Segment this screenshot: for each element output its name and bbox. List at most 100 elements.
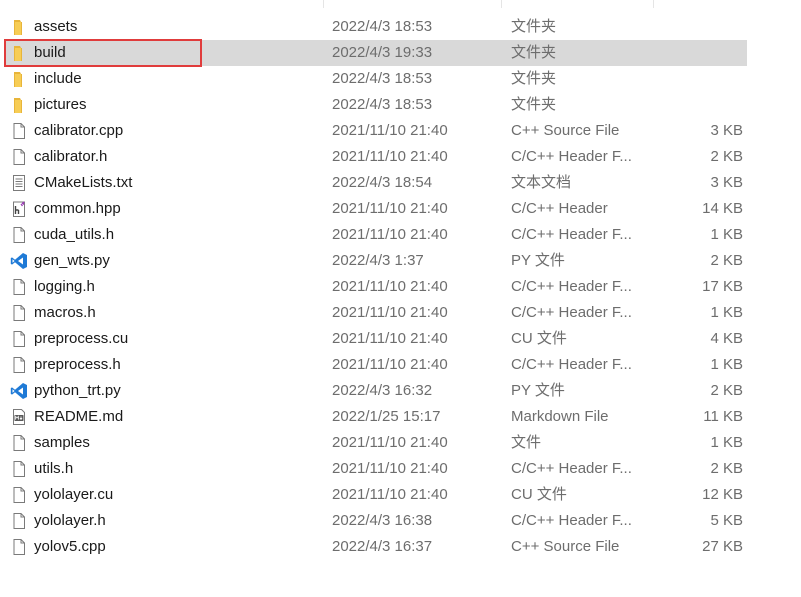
file-name: preprocess.h xyxy=(34,356,121,373)
file-type: 文件夹 xyxy=(511,96,557,113)
file-size: 2 KB xyxy=(710,460,743,477)
file-name: yololayer.cu xyxy=(34,486,114,503)
folder-icon xyxy=(10,44,28,62)
file-name: assets xyxy=(34,18,78,35)
file-date-modified: 2022/4/3 18:53 xyxy=(332,18,433,35)
markdown-file-icon xyxy=(10,408,28,426)
file-date-modified: 2022/1/25 15:17 xyxy=(332,408,441,425)
file-icon xyxy=(10,538,28,556)
file-row-calibrator-h[interactable]: calibrator.h 2021/11/10 21:40 C/C++ Header… xyxy=(0,144,801,170)
file-name: macros.h xyxy=(34,304,96,321)
file-icon xyxy=(10,460,28,478)
file-icon xyxy=(10,278,28,296)
file-icon xyxy=(10,512,28,530)
vscode-icon xyxy=(10,252,28,270)
file-date-modified: 2022/4/3 16:37 xyxy=(332,538,433,555)
file-name: README.md xyxy=(34,408,124,425)
file-row-preprocess-h[interactable]: preprocess.h 2021/11/10 21:40 C/C++ Header… xyxy=(0,352,801,378)
file-name: include xyxy=(34,70,82,87)
file-type: Markdown File xyxy=(511,408,609,425)
file-icon xyxy=(10,122,28,140)
file-date-modified: 2022/4/3 18:54 xyxy=(332,174,433,191)
file-size: 2 KB xyxy=(710,382,743,399)
file-type: C/C++ Header F... xyxy=(511,512,632,529)
file-size: 27 KB xyxy=(702,538,743,555)
file-date-modified: 2021/11/10 21:40 xyxy=(332,278,448,295)
file-date-modified: 2021/11/10 21:40 xyxy=(332,226,448,243)
file-name: calibrator.h xyxy=(34,148,108,165)
file-type: CU 文件 xyxy=(511,486,567,503)
file-row-gen-wts-py[interactable]: gen_wts.py 2022/4/3 1:37 PY 文件 2 KB xyxy=(0,248,801,274)
file-type: C/C++ Header F... xyxy=(511,278,632,295)
file-name: pictures xyxy=(34,96,87,113)
file-row-pictures[interactable]: pictures 2022/4/3 18:53 文件夹 xyxy=(0,92,801,118)
file-icon xyxy=(10,226,28,244)
file-date-modified: 2021/11/10 21:40 xyxy=(332,200,448,217)
file-size: 12 KB xyxy=(702,486,743,503)
folder-icon xyxy=(10,18,28,36)
file-date-modified: 2022/4/3 19:33 xyxy=(332,44,433,61)
file-type: C/C++ Header F... xyxy=(511,460,632,477)
file-size: 1 KB xyxy=(710,304,743,321)
file-size: 1 KB xyxy=(710,226,743,243)
file-icon xyxy=(10,434,28,452)
file-row-yololayer-h[interactable]: yololayer.h 2022/4/3 16:38 C/C++ Header F.… xyxy=(0,508,801,534)
folder-icon xyxy=(10,96,28,114)
file-row-utils-h[interactable]: utils.h 2021/11/10 21:40 C/C++ Header F...… xyxy=(0,456,801,482)
file-name: gen_wts.py xyxy=(34,252,110,269)
file-name: common.hpp xyxy=(34,200,121,217)
file-row-common-hpp[interactable]: common.hpp 2021/11/10 21:40 C/C++ Header 14… xyxy=(0,196,801,222)
file-row-cuda-utils-h[interactable]: cuda_utils.h 2021/11/10 21:40 C/C++ Header… xyxy=(0,222,801,248)
file-size: 2 KB xyxy=(710,148,743,165)
file-size: 5 KB xyxy=(710,512,743,529)
file-row-include[interactable]: include 2022/4/3 18:53 文件夹 xyxy=(0,66,801,92)
file-type: C/C++ Header F... xyxy=(511,356,632,373)
vscode-icon xyxy=(10,382,28,400)
file-type: PY 文件 xyxy=(511,382,565,399)
file-row-yololayer-cu[interactable]: yololayer.cu 2021/11/10 21:40 CU 文件 12 KB xyxy=(0,482,801,508)
file-row-preprocess-cu[interactable]: preprocess.cu 2021/11/10 21:40 CU 文件 4 KB xyxy=(0,326,801,352)
file-icon xyxy=(10,148,28,166)
folder-icon xyxy=(10,70,28,88)
file-date-modified: 2022/4/3 18:53 xyxy=(332,96,433,113)
file-row-samples[interactable]: samples 2021/11/10 21:40 文件 1 KB xyxy=(0,430,801,456)
file-size: 3 KB xyxy=(710,122,743,139)
file-size: 17 KB xyxy=(702,278,743,295)
file-row-yolov5-cpp[interactable]: yolov5.cpp 2022/4/3 16:37 C++ Source File 2… xyxy=(0,534,801,560)
file-date-modified: 2022/4/3 1:37 xyxy=(332,252,424,269)
file-name: logging.h xyxy=(34,278,95,295)
column-divider-type[interactable] xyxy=(653,0,654,8)
file-name: calibrator.cpp xyxy=(34,122,124,139)
file-date-modified: 2021/11/10 21:40 xyxy=(332,486,448,503)
file-name: yololayer.h xyxy=(34,512,106,529)
file-date-modified: 2021/11/10 21:40 xyxy=(332,148,448,165)
column-divider-name[interactable] xyxy=(323,0,324,8)
file-date-modified: 2021/11/10 21:40 xyxy=(332,434,448,451)
file-date-modified: 2021/11/10 21:40 xyxy=(332,460,448,477)
file-type: C/C++ Header F... xyxy=(511,226,632,243)
file-icon xyxy=(10,304,28,322)
file-size: 3 KB xyxy=(710,174,743,191)
file-row-python-trt-py[interactable]: python_trt.py 2022/4/3 16:32 PY 文件 2 KB xyxy=(0,378,801,404)
file-date-modified: 2021/11/10 21:40 xyxy=(332,356,448,373)
file-row-logging-h[interactable]: logging.h 2021/11/10 21:40 C/C++ Header F.… xyxy=(0,274,801,300)
text-file-icon xyxy=(10,174,28,192)
file-row-calibrator-cpp[interactable]: calibrator.cpp 2021/11/10 21:40 C++ Source… xyxy=(0,118,801,144)
file-date-modified: 2021/11/10 21:40 xyxy=(332,330,448,347)
file-type: 文本文档 xyxy=(511,174,572,191)
file-row-readme-md[interactable]: README.md 2022/1/25 15:17 Markdown File 11 … xyxy=(0,404,801,430)
column-divider-date[interactable] xyxy=(501,0,502,8)
file-name: python_trt.py xyxy=(34,382,121,399)
header-file-icon xyxy=(10,200,28,218)
file-row-macros-h[interactable]: macros.h 2021/11/10 21:40 C/C++ Header F..… xyxy=(0,300,801,326)
file-type: C++ Source File xyxy=(511,122,620,139)
file-type: C++ Source File xyxy=(511,538,620,555)
file-row-assets[interactable]: assets 2022/4/3 18:53 文件夹 xyxy=(0,14,801,40)
file-row-build[interactable]: build 2022/4/3 19:33 文件夹 xyxy=(0,39,801,67)
file-type: C/C++ Header F... xyxy=(511,304,632,321)
file-type: C/C++ Header F... xyxy=(511,148,632,165)
file-size: 1 KB xyxy=(710,356,743,373)
file-type: 文件 xyxy=(511,434,542,451)
file-name: preprocess.cu xyxy=(34,330,129,347)
file-row-cmakelists-txt[interactable]: CMakeLists.txt 2022/4/3 18:54 文本文档 3 KB xyxy=(0,170,801,196)
